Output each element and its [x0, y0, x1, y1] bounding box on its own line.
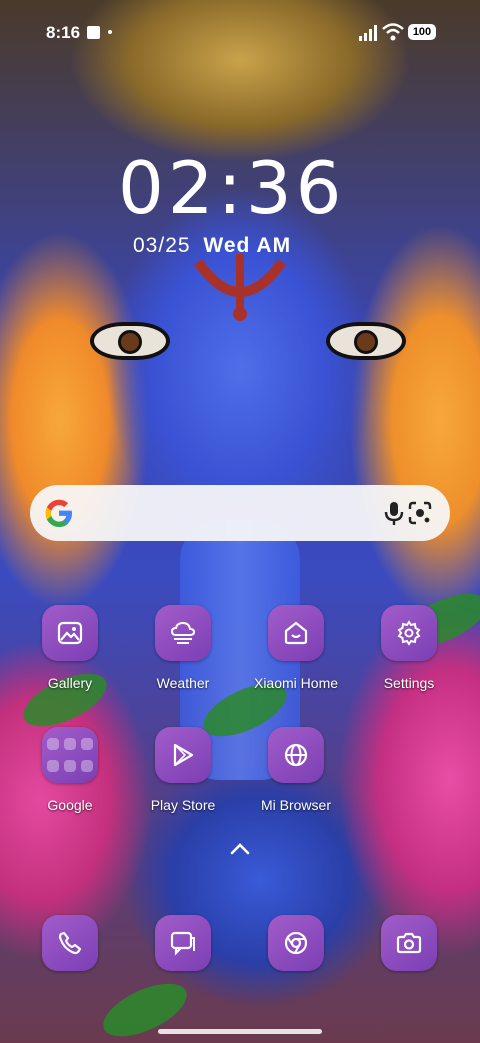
xiaomi-home-icon	[268, 605, 324, 661]
signal-icon	[359, 25, 377, 41]
weekday-text: Wed AM	[203, 234, 292, 257]
wallpaper-tilak	[193, 254, 287, 321]
app-label: Gallery	[47, 675, 93, 691]
google-logo-icon	[45, 499, 72, 527]
app-play-store[interactable]: Play Store	[128, 727, 238, 813]
app-label: Xiaomi Home	[253, 675, 339, 691]
settings-icon	[381, 605, 437, 661]
wifi-icon	[382, 23, 404, 41]
folder-mini-icon	[81, 737, 93, 750]
clock-time[interactable]: 02:36	[118, 148, 342, 228]
app-gallery[interactable]: Gallery	[15, 605, 125, 691]
notification-icon	[87, 26, 100, 39]
app-label: Play Store	[150, 797, 216, 813]
browser-icon	[268, 727, 324, 783]
date-text: 03/25	[133, 234, 191, 257]
gallery-icon	[42, 605, 98, 661]
phone-icon[interactable]	[42, 915, 98, 971]
chevron-up-icon[interactable]	[229, 842, 251, 856]
play-store-icon	[155, 727, 211, 783]
chrome-icon[interactable]	[268, 915, 324, 971]
app-weather[interactable]: Weather	[128, 605, 238, 691]
status-bar: 8:16 100	[0, 0, 480, 56]
google-search-bar[interactable]	[30, 485, 450, 541]
app-mi-browser[interactable]: Mi Browser	[241, 727, 351, 813]
notification-dot-icon	[108, 30, 112, 34]
folder-mini-icon	[64, 760, 76, 773]
wallpaper-eye-left	[90, 322, 170, 360]
camera-icon[interactable]	[381, 915, 437, 971]
wallpaper-eye-right	[326, 322, 406, 360]
mic-icon[interactable]	[380, 499, 408, 527]
app-label: Weather	[156, 675, 210, 691]
messages-icon[interactable]	[155, 915, 211, 971]
app-label: Mi Browser	[260, 797, 331, 813]
folder-mini-icon	[64, 737, 76, 750]
status-time: 8:16	[46, 23, 81, 42]
app-label: Google	[47, 797, 93, 813]
home-indicator[interactable]	[158, 1029, 322, 1034]
folder-mini-icon	[47, 760, 59, 773]
google-lens-icon[interactable]	[406, 499, 434, 527]
battery-icon: 100	[408, 24, 436, 40]
weather-icon	[155, 605, 211, 661]
clock-date[interactable]: 03/25 Wed AM	[133, 234, 291, 258]
folder-mini-icon	[81, 760, 93, 773]
folder-mini-icon	[47, 737, 59, 750]
app-folder-google[interactable]: Google	[15, 727, 125, 813]
app-settings[interactable]: Settings	[354, 605, 464, 691]
app-xiaomi-home[interactable]: Xiaomi Home	[241, 605, 351, 691]
folder-icon	[42, 727, 98, 783]
app-label: Settings	[383, 675, 435, 691]
